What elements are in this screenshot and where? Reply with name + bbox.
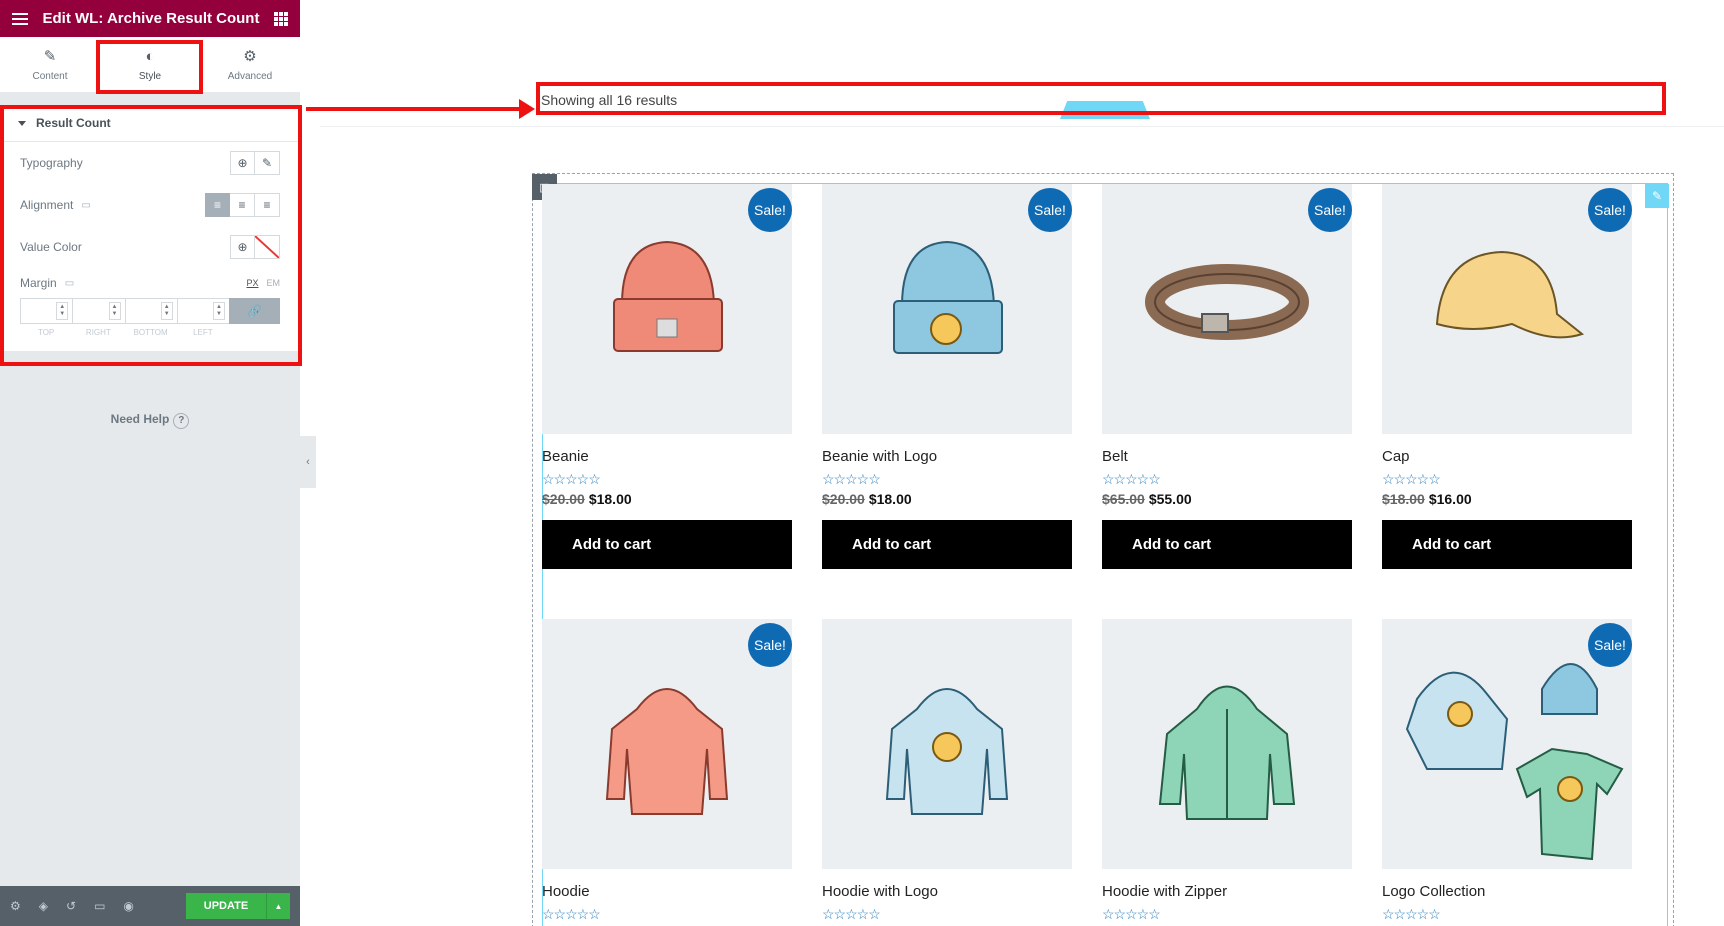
add-to-cart-button[interactable]: Add to cart	[542, 520, 792, 569]
star-rating: ☆☆☆☆☆	[542, 471, 601, 487]
product-name[interactable]: Belt	[1102, 448, 1352, 468]
menu-icon[interactable]	[12, 12, 28, 25]
question-icon: ?	[173, 413, 190, 429]
product-card[interactable]: Sale! Cap ☆☆☆☆☆ $18.00 $16.00 Add to cart	[1382, 184, 1632, 569]
star-rating: ☆☆☆☆☆	[1382, 471, 1441, 487]
star-rating: ☆☆☆☆☆	[822, 906, 881, 922]
product-name[interactable]: Hoodie with Zipper	[1102, 883, 1352, 903]
sale-badge: Sale!	[1308, 188, 1352, 232]
star-rating: ☆☆☆☆☆	[542, 906, 601, 922]
update-button[interactable]: UPDATE	[186, 893, 266, 919]
gear-icon: ⚙	[243, 48, 257, 65]
tab-content[interactable]: ✎ Content	[0, 37, 100, 92]
add-to-cart-button[interactable]: Add to cart	[1102, 520, 1352, 569]
need-help-link[interactable]: Need Help?	[0, 412, 300, 429]
add-to-cart-button[interactable]: Add to cart	[1382, 520, 1632, 569]
chevron-up-icon[interactable]: ▲	[266, 893, 290, 919]
product-price: $65.00 $55.00	[1102, 491, 1192, 507]
product-image[interactable]: Sale!	[1102, 184, 1352, 434]
tab-content-label: Content	[32, 71, 68, 82]
product-price: $20.00 $18.00	[822, 491, 912, 507]
panel-header: Edit WL: Archive Result Count	[0, 0, 300, 37]
settings-icon[interactable]: ⚙	[10, 899, 21, 913]
product-name[interactable]: Hoodie with Logo	[822, 883, 1072, 903]
preview-eye-icon[interactable]: ◉	[123, 899, 133, 913]
star-rating: ☆☆☆☆☆	[1382, 906, 1441, 922]
add-to-cart-button[interactable]: Add to cart	[822, 520, 1072, 569]
product-image[interactable]: Sale!	[1382, 619, 1632, 869]
sale-badge: Sale!	[748, 623, 792, 667]
product-card[interactable]: Sale! Beanie with Logo ☆☆☆☆☆ $20.00 $18.0…	[822, 184, 1072, 569]
sale-badge: Sale!	[1588, 188, 1632, 232]
style-tab-highlight	[96, 40, 203, 94]
product-name[interactable]: Beanie with Logo	[822, 448, 1072, 468]
panel-title: Edit WL: Archive Result Count	[42, 10, 260, 27]
sale-badge: Sale!	[1588, 623, 1632, 667]
navigator-icon[interactable]: ◈	[39, 899, 48, 913]
section-highlight	[0, 105, 302, 366]
product-name[interactable]: Cap	[1382, 448, 1632, 468]
pencil-icon: ✎	[43, 48, 57, 65]
product-card[interactable]: Hoodie with Zipper ☆☆☆☆☆	[1102, 619, 1352, 922]
product-name[interactable]: Logo Collection	[1382, 883, 1632, 903]
product-card[interactable]: Sale! Hoodie ☆☆☆☆☆	[542, 619, 792, 922]
result-count-highlight	[536, 82, 1666, 115]
panel-footer: ⚙ ◈ ↺ ▭ ◉ UPDATE ▲	[0, 886, 300, 926]
product-image[interactable]: Sale!	[1382, 184, 1632, 434]
product-card[interactable]: Hoodie with Logo ☆☆☆☆☆	[822, 619, 1072, 922]
edit-widget-icon[interactable]: ✎	[1645, 184, 1669, 208]
product-image[interactable]: Sale!	[542, 619, 792, 869]
collapse-panel-button[interactable]: ‹	[300, 436, 316, 488]
product-price: $20.00 $18.00	[542, 491, 632, 507]
product-card[interactable]: Sale! Belt ☆☆☆☆☆ $65.00 $55.00 Add to car…	[1102, 184, 1352, 569]
need-help-label: Need Help	[110, 412, 170, 426]
product-name[interactable]: Hoodie	[542, 883, 792, 903]
update-group: UPDATE ▲	[186, 893, 290, 919]
responsive-icon[interactable]: ▭	[94, 899, 105, 913]
highlight-arrow	[306, 99, 535, 119]
star-rating: ☆☆☆☆☆	[1102, 471, 1161, 487]
product-image[interactable]	[822, 619, 1072, 869]
product-image[interactable]	[1102, 619, 1352, 869]
hoodie-logo-illustration	[885, 688, 1009, 815]
product-name[interactable]: Beanie	[542, 448, 792, 468]
star-rating: ☆☆☆☆☆	[822, 471, 881, 487]
product-card[interactable]: Sale! Beanie ☆☆☆☆☆ $20.00 $18.00 Add to c…	[542, 184, 792, 569]
product-card[interactable]: Sale! Logo Collection ☆☆☆☆☆	[1382, 619, 1632, 922]
product-price: $18.00 $16.00	[1382, 491, 1472, 507]
tab-advanced[interactable]: ⚙ Advanced	[200, 37, 300, 92]
history-icon[interactable]: ↺	[66, 899, 76, 913]
star-rating: ☆☆☆☆☆	[1102, 906, 1161, 922]
widgets-grid-icon[interactable]	[274, 11, 288, 26]
product-image[interactable]: Sale!	[822, 184, 1072, 434]
sale-badge: Sale!	[748, 188, 792, 232]
tab-advanced-label: Advanced	[227, 71, 273, 82]
product-image[interactable]: Sale!	[542, 184, 792, 434]
sale-badge: Sale!	[1028, 188, 1072, 232]
hoodie-zipper-illustration	[1158, 685, 1296, 820]
